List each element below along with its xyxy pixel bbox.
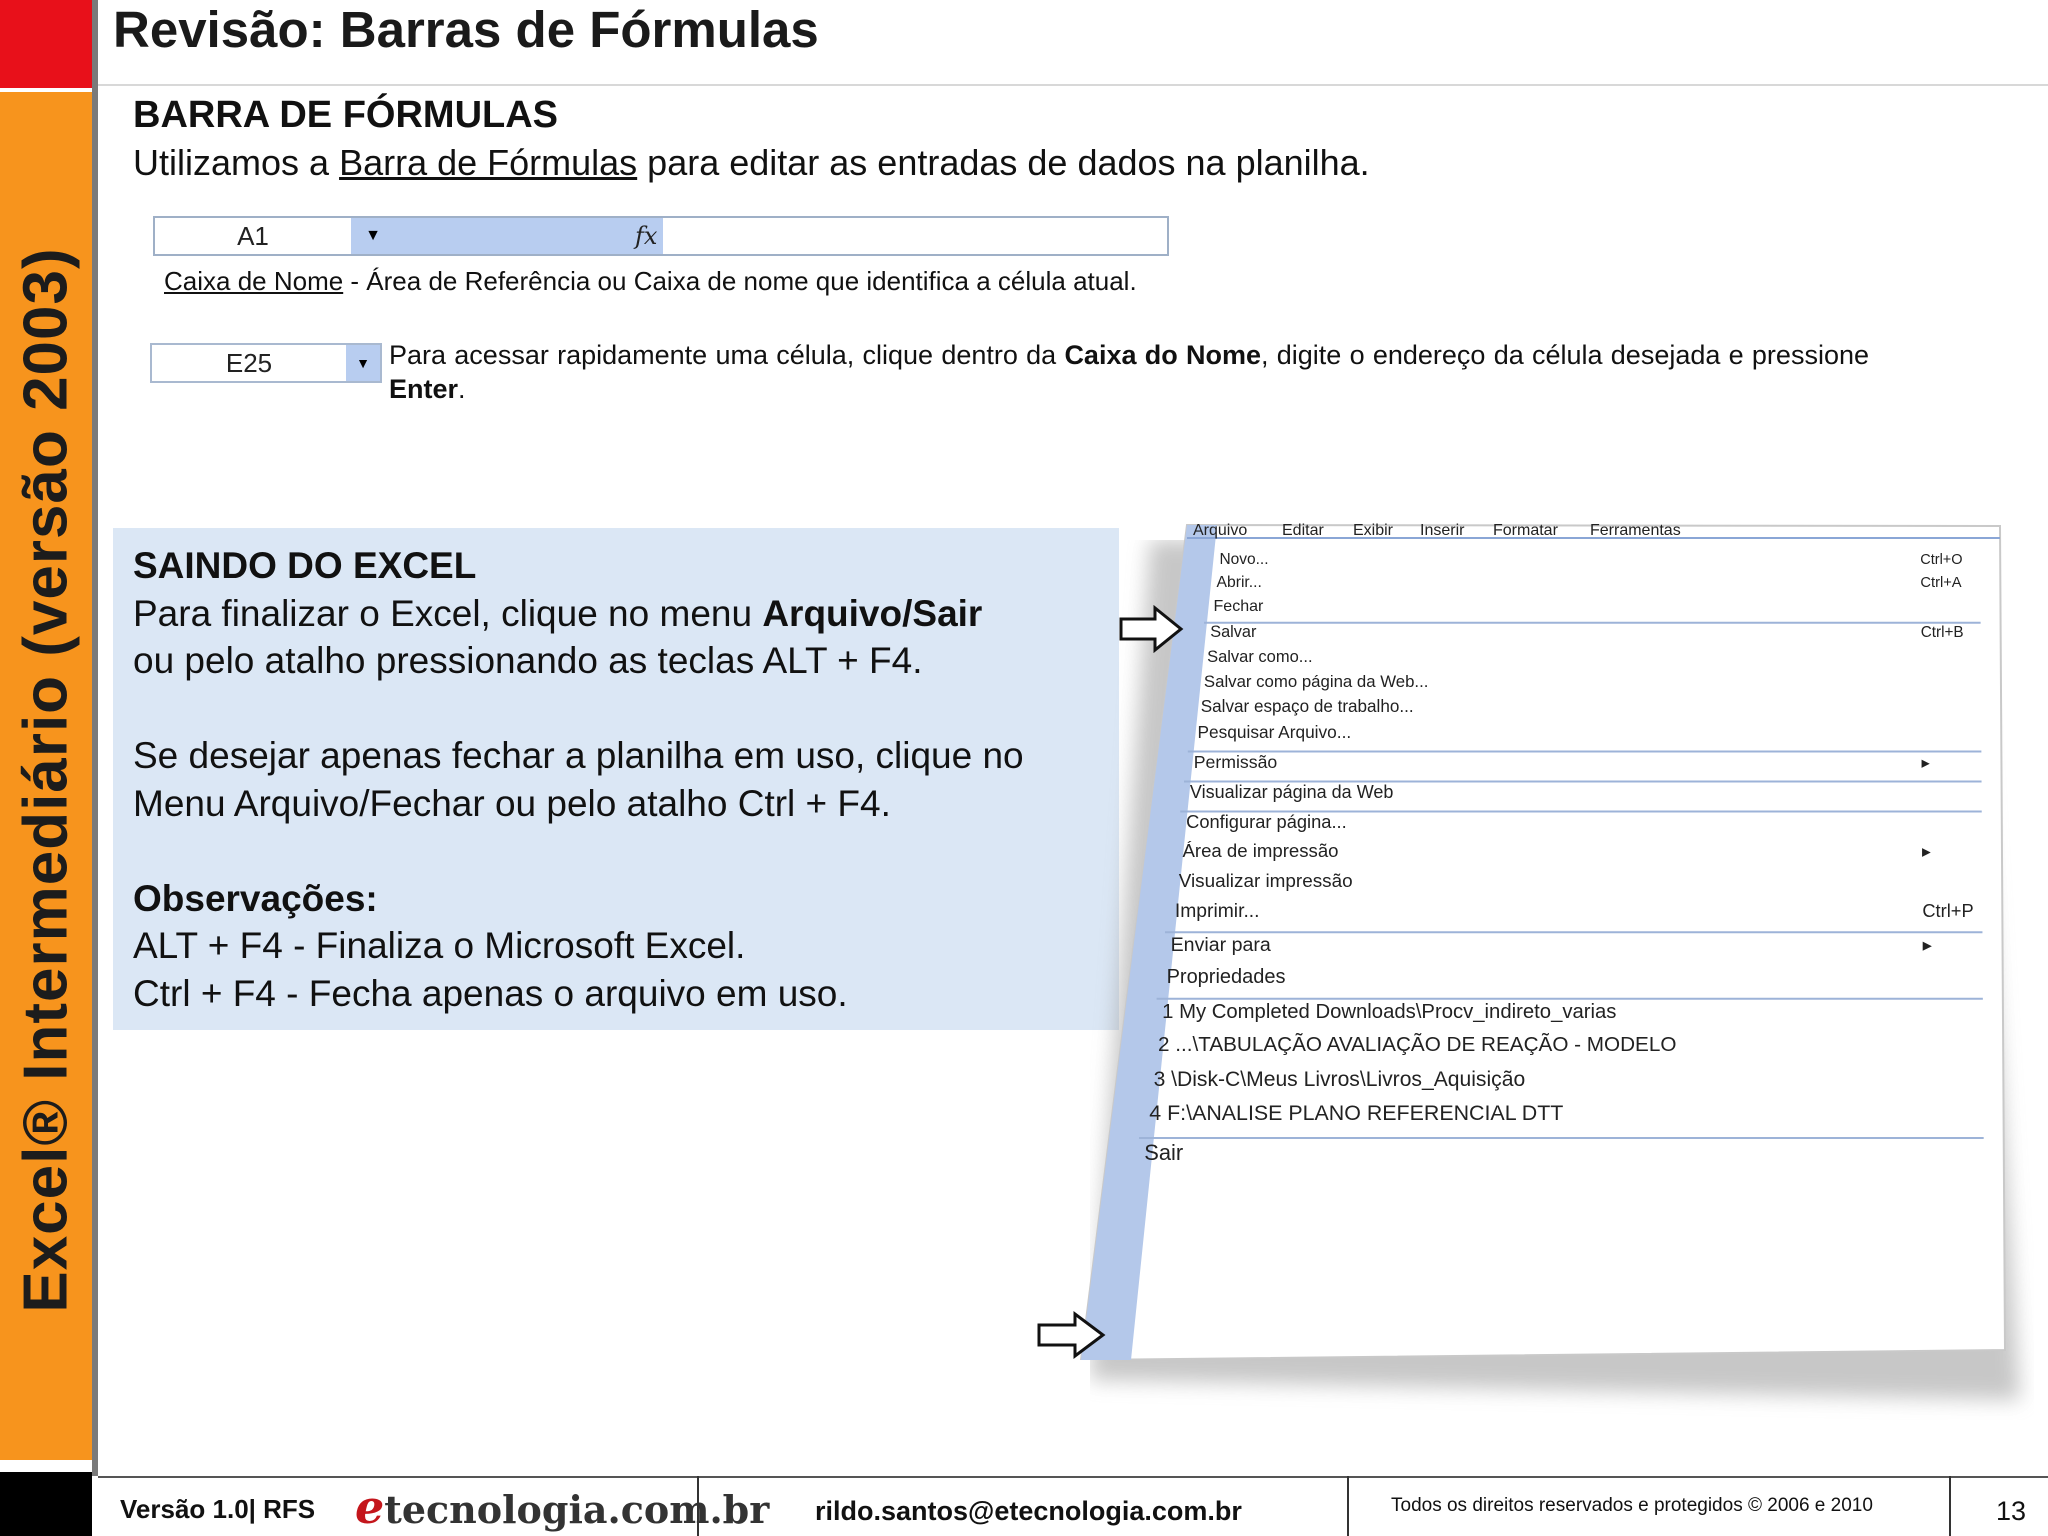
menu-item-shortcut-14: ▸ (1923, 934, 1933, 955)
menu-item-16[interactable]: 1 My Completed Downloads\Procv_indireto_… (1162, 1001, 1616, 1023)
formula-bar-heading: BARRA DE FÓRMULAS (133, 94, 559, 136)
arrow-right-icon (1119, 605, 1184, 653)
menu-item-1[interactable]: Abrir... (1217, 574, 1262, 591)
menubar-item-2[interactable]: Exibir (1353, 522, 1394, 539)
sidebar-shadow (92, 0, 98, 1476)
menu-item-shortcut-11: ▸ (1922, 841, 1931, 861)
menu-item-18[interactable]: 3 \Disk-C\Meus Livros\Livros_Aquisição (1154, 1068, 1526, 1091)
etecnologia-logo: etecnologia.com.br (355, 1480, 769, 1534)
menubar-item-4[interactable]: Formatar (1493, 522, 1559, 539)
formula-bar-buttons-area (395, 218, 663, 254)
exit-paragraph-1: Para finalizar o Excel, clique no menu A… (133, 590, 1024, 638)
tip-text: Para acessar rapidamente uma célula, cli… (389, 340, 1065, 370)
menu-item-13[interactable]: Imprimir... (1175, 901, 1260, 922)
footer-email: rildo.santos@etecnologia.com.br (815, 1496, 1242, 1526)
menu-item-shortcut-3: Ctrl+B (1921, 624, 1964, 641)
dropdown-arrow-icon: ▼ (346, 345, 380, 381)
tip-text: . (458, 374, 466, 404)
menu-item-17[interactable]: 2 ...\TABULAÇÃO AVALIAÇÃO DE REAÇÃO - MO… (1158, 1032, 1676, 1056)
arrow-right-icon (1037, 1311, 1106, 1359)
vertical-course-title: Excel® Intermediário (versão 2003) (11, 247, 81, 1313)
footer-version: Versão 1.0| RFS (120, 1494, 316, 1524)
footer-separator (697, 1476, 699, 1536)
tip-text: , digite o endereço da célula desejada e… (1261, 340, 1869, 370)
intro-text-end: para editar as entradas de dados na plan… (637, 142, 1370, 183)
logo-e: e (355, 1480, 385, 1534)
menubar-item-1[interactable]: Editar (1282, 522, 1324, 539)
dropdown-arrow-icon: ▼ (351, 218, 395, 254)
exit-paragraph-1b: ou pelo atalho pressionando as teclas AL… (133, 640, 923, 681)
name-box-tip: Para acessar rapidamente uma célula, cli… (389, 338, 1869, 406)
name-box: A1 (155, 218, 352, 254)
menu-item-14[interactable]: Enviar para (1171, 934, 1271, 956)
menu-item-shortcut-13: Ctrl+P (1922, 900, 1973, 921)
menu-item-2[interactable]: Fechar (1214, 598, 1264, 615)
name-box-caption: Caixa de Nome - Área de Referência ou Ca… (164, 266, 1137, 297)
fx-icon: fx (635, 222, 658, 250)
exit-heading: SAINDO DO EXCEL (133, 545, 477, 586)
menu-item-9[interactable]: Visualizar página da Web (1190, 782, 1393, 802)
formula-bar-intro: Utilizamos a Barra de Fórmulas para edit… (133, 142, 1370, 184)
name-box-example: E25 ▼ (150, 343, 382, 383)
menu-item-11[interactable]: Área de impressão (1182, 840, 1338, 861)
red-corner-block (0, 0, 92, 88)
footer-separator (1347, 1476, 1349, 1536)
menu-item-shortcut-1: Ctrl+A (1920, 575, 1961, 591)
exit-paragraph-2a: Se desejar apenas fechar a planilha em u… (133, 735, 1024, 776)
exit-paragraph-2b: Menu Arquivo/Fechar ou pelo atalho Ctrl … (133, 782, 891, 824)
title-divider (98, 84, 2048, 86)
formula-bar-image: A1 ▼ fx (153, 216, 1169, 256)
formula-bar-link: Barra de Fórmulas (339, 142, 638, 183)
logo-text: tecnologia.com.br (384, 1487, 770, 1532)
page-title: Revisão: Barras de Fórmulas (113, 1, 819, 58)
formula-input (663, 218, 1167, 254)
menu-item-10[interactable]: Configurar página... (1186, 811, 1347, 832)
black-corner-block (0, 1472, 92, 1536)
exit-info-text: SAINDO DO EXCEL Para finalizar o Excel, … (133, 542, 1024, 1017)
intro-text: Utilizamos a (133, 142, 340, 183)
menubar-item-0[interactable]: Arquivo (1193, 522, 1247, 539)
observations-heading: Observações: (133, 877, 378, 919)
menu-item-12[interactable]: Visualizar impressão (1179, 871, 1353, 892)
menu-item-7[interactable]: Pesquisar Arquivo... (1197, 722, 1351, 742)
menu-item-20[interactable]: Sair (1144, 1140, 1183, 1165)
menu-item-19[interactable]: 4 F:\ANALISE PLANO REFERENCIAL DTT (1149, 1101, 1563, 1125)
menu-item-0[interactable]: Novo... (1219, 551, 1268, 568)
page-number: 13 (1996, 1496, 2027, 1526)
name-box-example-value: E25 (225, 348, 273, 378)
excel-file-menu-screenshot: Arquivo Editar Exibir Inserir Formatar Ferram… (1079, 522, 2007, 1360)
exit-p1-text: Para finalizar o Excel, clique no menu (133, 592, 763, 634)
exit-p1-bold: Arquivo/Sair (762, 592, 983, 634)
menu-item-15[interactable]: Propriedades (1167, 966, 1286, 988)
menu-item-4[interactable]: Salvar como... (1207, 648, 1312, 666)
footer-divider (98, 1476, 2048, 1478)
footer-separator (1949, 1476, 1951, 1536)
name-box-caption-text: - Área de Referência ou Caixa de nome qu… (343, 266, 1137, 296)
tip-bold-enter: Enter (389, 374, 459, 404)
menubar-item-5[interactable]: Ferramentas (1590, 522, 1681, 539)
menu-item-shortcut-0: Ctrl+O (1920, 552, 1962, 568)
menubar-item-3[interactable]: Inserir (1420, 522, 1465, 539)
observation-alt-f4: ALT + F4 - Finaliza o Microsoft Excel. (133, 925, 746, 966)
menu-item-3[interactable]: Salvar (1210, 623, 1257, 641)
observation-ctrl-f4: Ctrl + F4 - Fecha apenas o arquivo em us… (133, 972, 848, 1014)
menu-item-5[interactable]: Salvar como página da Web... (1204, 672, 1429, 691)
menu-item-shortcut-8: ▸ (1921, 753, 1930, 772)
name-box-caption-link: Caixa de Nome (164, 266, 344, 296)
footer-copyright: Todos os direitos reservados e protegido… (1391, 1495, 1873, 1516)
menu-item-6[interactable]: Salvar espaço de trabalho... (1201, 697, 1414, 716)
menu-item-8[interactable]: Permissão (1194, 752, 1278, 772)
tip-bold-name-box: Caixa do Nome (1064, 340, 1262, 370)
